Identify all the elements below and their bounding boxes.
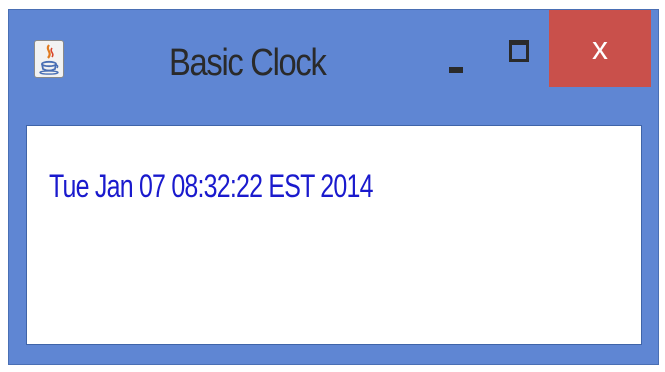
maximize-icon <box>509 40 529 62</box>
java-cup-icon[interactable] <box>34 40 64 78</box>
content-panel: Tue Jan 07 08:32:22 EST 2014 <box>26 125 642 345</box>
close-icon: x <box>592 30 608 66</box>
close-button[interactable]: x <box>549 10 651 87</box>
minimize-button[interactable] <box>441 40 477 80</box>
window-title: Basic Clock <box>169 42 327 84</box>
maximize-button[interactable] <box>503 34 539 74</box>
minimize-icon <box>449 67 463 73</box>
app-window: Basic Clock x Tue Jan 07 08:32:22 EST 20… <box>8 9 659 365</box>
clock-label: Tue Jan 07 08:32:22 EST 2014 <box>49 168 373 204</box>
title-bar[interactable]: Basic Clock x <box>9 10 658 125</box>
